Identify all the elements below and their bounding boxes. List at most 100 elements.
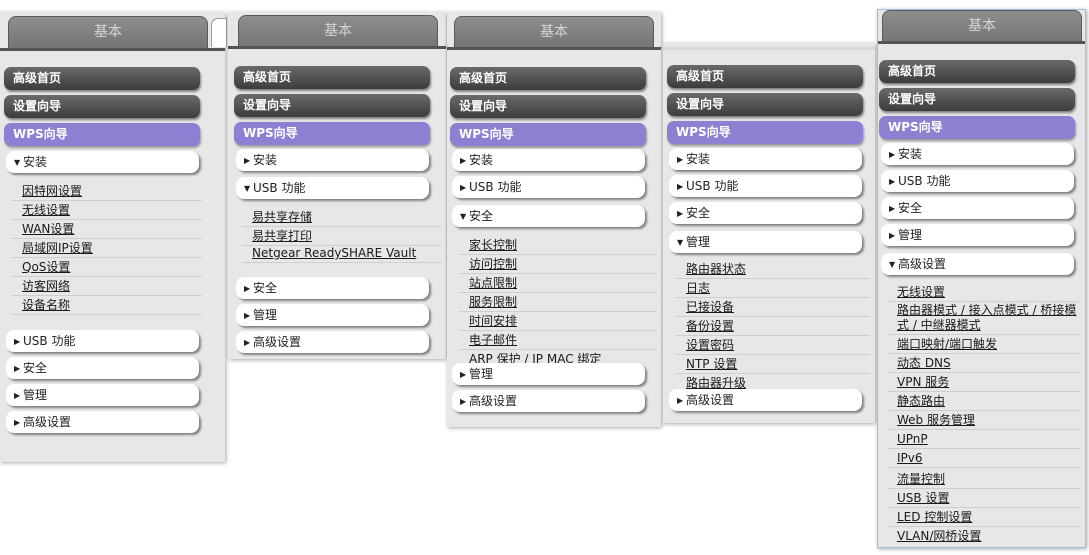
wps-wizard-button[interactable]: WPS向导 bbox=[4, 123, 200, 146]
wps-wizard-button[interactable]: WPS向导 bbox=[234, 122, 430, 145]
submenu-item[interactable]: 设备名称 bbox=[12, 296, 202, 315]
submenu-item[interactable]: 无线设置 bbox=[888, 283, 1080, 302]
expanded-arrow-icon: ▼ bbox=[460, 212, 467, 221]
submenu-item[interactable]: VPN 服务 bbox=[888, 373, 1080, 392]
submenu-item[interactable]: 家长控制 bbox=[459, 236, 657, 255]
tab-divider bbox=[878, 41, 1085, 44]
section-security[interactable]: ▼ 安全 bbox=[452, 205, 645, 227]
section-install[interactable]: ▼ 安装 bbox=[6, 151, 199, 173]
section-label: USB 功能 bbox=[686, 179, 739, 193]
section-install[interactable]: ▶ 安装 bbox=[669, 148, 862, 170]
advanced-home-button[interactable]: 高级首页 bbox=[667, 65, 863, 88]
section-management[interactable]: ▼ 管理 bbox=[669, 231, 862, 253]
setup-wizard-button[interactable]: 设置向导 bbox=[234, 94, 430, 117]
submenu-item[interactable]: Web 服务管理 bbox=[888, 411, 1080, 430]
section-install[interactable]: ▶ 安装 bbox=[452, 149, 645, 171]
expanded-arrow-icon: ▼ bbox=[244, 184, 251, 193]
tab-basic[interactable]: 基本 bbox=[882, 10, 1082, 42]
submenu-item[interactable]: 无线设置 bbox=[12, 201, 202, 220]
section-security[interactable]: ▶ 安全 bbox=[236, 277, 429, 299]
tab-basic[interactable]: 基本 bbox=[454, 16, 654, 48]
collapsed-arrow-icon: ▶ bbox=[244, 284, 251, 293]
section-label: USB 功能 bbox=[898, 174, 951, 188]
submenu-item[interactable]: 易共享存储 bbox=[242, 208, 442, 227]
section-label: 管理 bbox=[253, 308, 278, 322]
submenu-item[interactable]: Netgear ReadySHARE Vault bbox=[242, 244, 442, 263]
setup-wizard-button[interactable]: 设置向导 bbox=[4, 95, 200, 118]
tab-stub[interactable] bbox=[211, 18, 227, 47]
section-security[interactable]: ▶ 安全 bbox=[6, 357, 199, 379]
submenu-item[interactable]: 访客网络 bbox=[12, 277, 202, 296]
section-advanced[interactable]: ▶ 高级设置 bbox=[669, 389, 862, 411]
collapsed-arrow-icon: ▶ bbox=[14, 391, 21, 400]
submenu-item[interactable]: 访问控制 bbox=[459, 255, 657, 274]
collapsed-arrow-icon: ▶ bbox=[460, 397, 467, 406]
section-advanced[interactable]: ▶ 高级设置 bbox=[236, 331, 429, 353]
section-label: 管理 bbox=[686, 235, 711, 249]
wps-wizard-button[interactable]: WPS向导 bbox=[450, 123, 646, 146]
advanced-home-button[interactable]: 高级首页 bbox=[234, 66, 430, 89]
section-label: 安装 bbox=[898, 147, 923, 161]
submenu-item[interactable]: 站点限制 bbox=[459, 274, 657, 293]
section-management[interactable]: ▶ 管理 bbox=[236, 304, 429, 326]
section-label: 安全 bbox=[686, 206, 711, 220]
section-label: 管理 bbox=[898, 228, 923, 242]
advanced-home-button[interactable]: 高级首页 bbox=[879, 60, 1075, 83]
submenu-item[interactable]: NTP 设置 bbox=[676, 355, 870, 374]
section-label: 安装 bbox=[469, 153, 494, 167]
collapsed-arrow-icon: ▶ bbox=[14, 364, 21, 373]
submenu-item[interactable]: VLAN/网桥设置 bbox=[888, 527, 1080, 546]
advanced-home-button[interactable]: 高级首页 bbox=[4, 67, 200, 90]
submenu-item[interactable]: 端口映射/端口触发 bbox=[888, 335, 1080, 354]
submenu-item[interactable]: QoS设置 bbox=[12, 258, 202, 277]
submenu-item[interactable]: 电子邮件 bbox=[459, 331, 657, 350]
submenu-item[interactable]: 时间安排 bbox=[459, 312, 657, 331]
setup-wizard-button[interactable]: 设置向导 bbox=[667, 93, 863, 116]
wps-wizard-button[interactable]: WPS向导 bbox=[667, 121, 863, 144]
section-label: USB 功能 bbox=[469, 180, 522, 194]
section-security[interactable]: ▶ 安全 bbox=[881, 197, 1074, 219]
submenu-item[interactable]: 动态 DNS bbox=[888, 354, 1080, 373]
submenu-item[interactable]: 因特网设置 bbox=[12, 182, 202, 201]
submenu-item[interactable]: 服务限制 bbox=[459, 293, 657, 312]
submenu-item[interactable]: LED 控制设置 bbox=[888, 508, 1080, 527]
submenu-item[interactable]: 已接设备 bbox=[676, 298, 870, 317]
setup-wizard-button[interactable]: 设置向导 bbox=[450, 95, 646, 118]
submenu-item[interactable]: WAN设置 bbox=[12, 220, 202, 239]
section-label: 安装 bbox=[253, 153, 278, 167]
section-usb[interactable]: ▶ USB 功能 bbox=[881, 170, 1074, 192]
section-install[interactable]: ▶ 安装 bbox=[881, 143, 1074, 165]
tab-divider bbox=[228, 46, 446, 49]
section-usb[interactable]: ▶ USB 功能 bbox=[6, 330, 199, 352]
submenu-item[interactable]: 设置密码 bbox=[676, 336, 870, 355]
submenu-item[interactable]: 日志 bbox=[676, 279, 870, 298]
tab-basic[interactable]: 基本 bbox=[238, 15, 438, 47]
submenu-item[interactable]: 静态路由 bbox=[888, 392, 1080, 411]
collapsed-arrow-icon: ▶ bbox=[677, 209, 684, 218]
section-management[interactable]: ▶ 管理 bbox=[6, 384, 199, 406]
section-label: 管理 bbox=[469, 367, 494, 381]
advanced-home-button[interactable]: 高级首页 bbox=[450, 67, 646, 90]
section-install[interactable]: ▶ 安装 bbox=[236, 149, 429, 171]
section-management[interactable]: ▶ 管理 bbox=[452, 363, 645, 385]
submenu-item[interactable]: IPv6 bbox=[888, 449, 1080, 468]
section-usb[interactable]: ▶ USB 功能 bbox=[452, 176, 645, 198]
tab-basic[interactable]: 基本 bbox=[8, 16, 208, 48]
section-usb[interactable]: ▼ USB 功能 bbox=[236, 177, 429, 199]
section-advanced[interactable]: ▶ 高级设置 bbox=[452, 390, 645, 412]
wps-wizard-button[interactable]: WPS向导 bbox=[879, 116, 1075, 139]
setup-wizard-button[interactable]: 设置向导 bbox=[879, 88, 1075, 111]
section-management[interactable]: ▶ 管理 bbox=[881, 224, 1074, 246]
submenu-item[interactable]: 路由器状态 bbox=[676, 260, 870, 279]
submenu-item[interactable]: USB 设置 bbox=[888, 489, 1080, 508]
section-advanced[interactable]: ▶ 高级设置 bbox=[6, 411, 199, 433]
submenu-item[interactable]: 局域网IP设置 bbox=[12, 239, 202, 258]
section-security[interactable]: ▶ 安全 bbox=[669, 202, 862, 224]
submenu-item[interactable]: 路由器模式 / 接入点模式 / 桥接模式 / 中继器模式 bbox=[888, 302, 1080, 335]
section-usb[interactable]: ▶ USB 功能 bbox=[669, 175, 862, 197]
section-label: 安装 bbox=[686, 152, 711, 166]
submenu-item[interactable]: 流量控制 bbox=[888, 470, 1080, 489]
section-advanced[interactable]: ▼ 高级设置 bbox=[881, 253, 1074, 275]
submenu-item[interactable]: UPnP bbox=[888, 430, 1080, 449]
submenu-item[interactable]: 备份设置 bbox=[676, 317, 870, 336]
